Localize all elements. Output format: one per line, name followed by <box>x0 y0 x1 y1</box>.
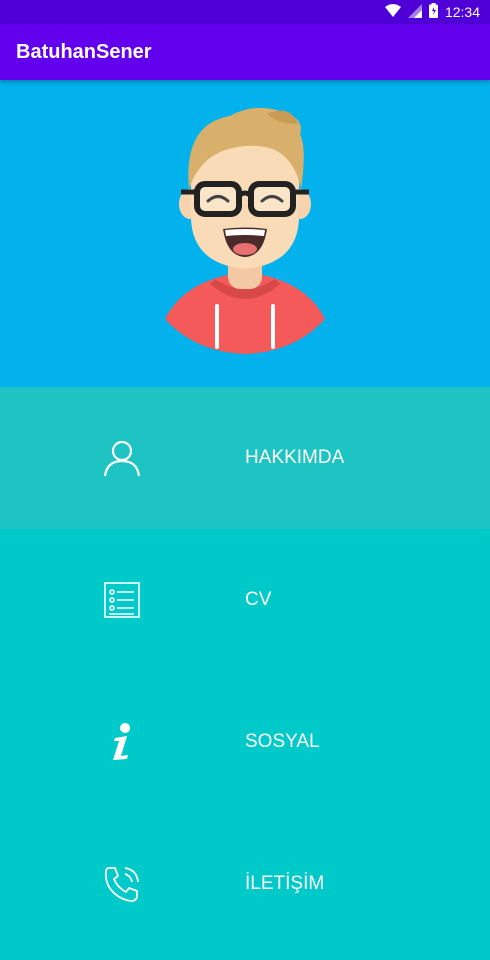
phone-icon <box>102 864 142 904</box>
menu-item-sosyal[interactable]: SOSYAL <box>0 671 490 813</box>
menu-item-label: CV <box>245 589 272 610</box>
signal-icon <box>407 3 422 21</box>
profile-header <box>0 80 490 387</box>
menu-item-label: SOSYAL <box>245 731 320 752</box>
menu-item-hakkimda[interactable]: HAKKIMDA <box>0 387 490 529</box>
status-time: 12:34 <box>444 4 480 20</box>
menu-item-iletisim[interactable]: İLETİŞİM <box>0 813 490 955</box>
battery-icon <box>428 3 438 21</box>
info-icon <box>102 722 142 762</box>
status-bar: 12:34 <box>0 0 490 24</box>
avatar <box>165 107 325 354</box>
app-title: BatuhanSener <box>16 40 152 63</box>
wifi-icon <box>384 3 401 21</box>
menu-item-label: HAKKIMDA <box>245 447 345 468</box>
menu-item-label: İLETİŞİM <box>245 873 325 894</box>
menu-item-cv[interactable]: CV <box>0 529 490 671</box>
document-list-icon <box>102 580 142 620</box>
person-icon <box>102 438 142 478</box>
app-bar: BatuhanSener <box>0 24 490 80</box>
